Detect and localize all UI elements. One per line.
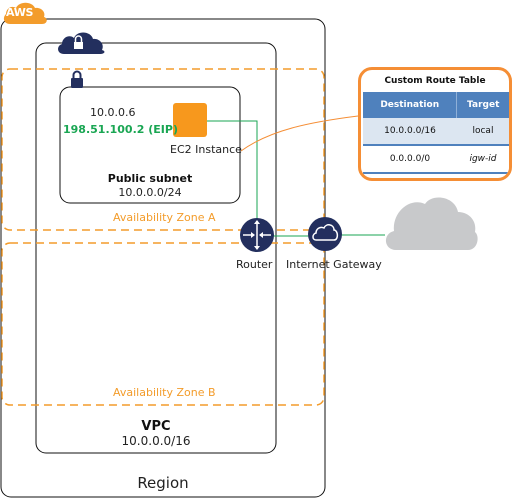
custom-route-table: Custom Route Table Destination Target 10… bbox=[358, 67, 512, 181]
public-subnet-label: Public subnet bbox=[107, 172, 193, 185]
public-subnet-cidr: 10.0.0.0/24 bbox=[118, 186, 182, 199]
column-header-destination: Destination bbox=[363, 92, 457, 118]
instance-private-ip: 10.0.0.6 bbox=[90, 106, 136, 119]
table-row: 10.0.0.0/16 local bbox=[363, 118, 509, 146]
router-label: Router bbox=[236, 258, 273, 271]
vpc-label: VPC bbox=[141, 419, 171, 434]
route-target: local bbox=[456, 118, 509, 146]
table-row: 0.0.0.0/0 igw-id bbox=[363, 145, 509, 174]
internet-gateway-icon[interactable] bbox=[308, 217, 342, 251]
vpc-lock-cloud-icon bbox=[58, 32, 105, 54]
internet-gateway-label: Internet Gateway bbox=[286, 258, 382, 271]
ec2-instance-icon[interactable] bbox=[173, 103, 207, 137]
router-icon[interactable] bbox=[240, 218, 274, 252]
internet-cloud-icon bbox=[385, 197, 478, 250]
route-table-connector bbox=[240, 115, 359, 152]
route-table-grid: Destination Target 10.0.0.0/16 local 0.0… bbox=[363, 92, 509, 174]
region-label: Region bbox=[137, 474, 189, 492]
availability-zone-b-label: Availability Zone B bbox=[113, 386, 216, 399]
column-header-target: Target bbox=[456, 92, 509, 118]
aws-badge-label: AWS bbox=[6, 6, 34, 19]
vpc-cidr: 10.0.0.0/16 bbox=[121, 434, 191, 448]
route-table-title: Custom Route Table bbox=[384, 76, 486, 86]
instance-elastic-ip: 198.51.100.2 (EIP) bbox=[63, 123, 178, 136]
availability-zone-a-label: Availability Zone A bbox=[113, 211, 216, 224]
route-destination: 0.0.0.0/0 bbox=[363, 145, 457, 174]
route-destination: 10.0.0.0/16 bbox=[363, 118, 457, 146]
ec2-instance-label: EC2 Instance bbox=[170, 143, 242, 156]
lock-icon bbox=[71, 70, 83, 88]
route-target: igw-id bbox=[456, 145, 509, 174]
